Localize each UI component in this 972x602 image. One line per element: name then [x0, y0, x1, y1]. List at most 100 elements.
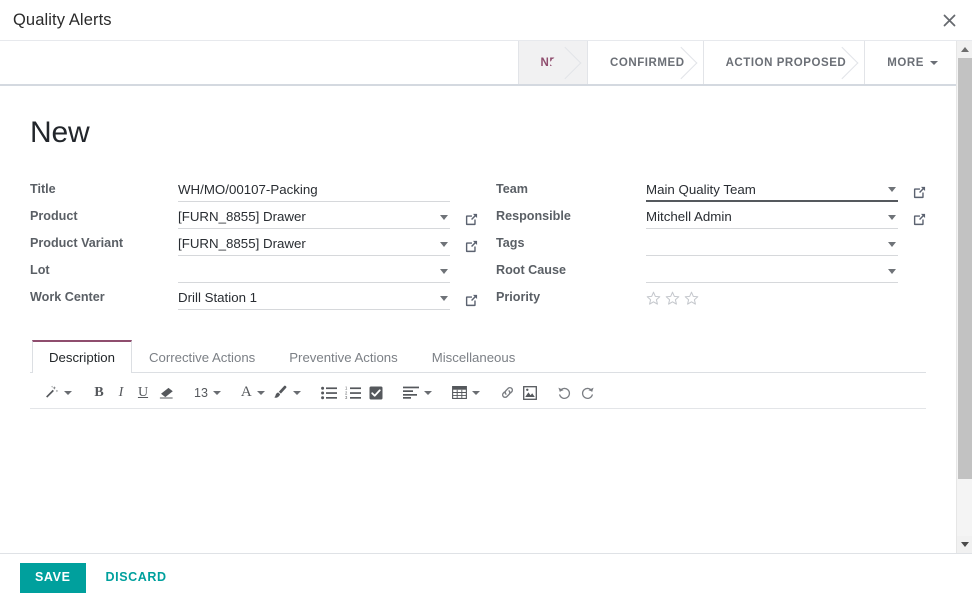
scrollbar-thumb[interactable] — [957, 58, 972, 479]
chevron-down-icon — [440, 215, 448, 220]
svg-text:3: 3 — [345, 395, 348, 400]
font-color-icon[interactable]: A — [237, 380, 269, 406]
ordered-list-icon[interactable]: 1 2 3 — [341, 380, 365, 406]
form-sheet: New Title WH/MO/00107-Packing Product [F… — [0, 86, 956, 550]
responsible-value: Mitchell Admin — [646, 209, 732, 224]
product-external-link-icon[interactable] — [456, 209, 478, 229]
product-variant-external-link-icon[interactable] — [456, 236, 478, 256]
unordered-list-icon[interactable] — [317, 380, 341, 406]
toolbar-group-decoration: B I U — [82, 380, 184, 406]
star-icon[interactable] — [684, 291, 699, 306]
underline-icon[interactable]: U — [132, 380, 154, 406]
chevron-down-icon — [256, 390, 265, 395]
chevron-down-icon — [471, 390, 480, 395]
dialog-title: Quality Alerts — [13, 10, 112, 29]
statusbar: NEW CONFIRMED ACTION PROPOSED MORE — [517, 41, 957, 84]
save-button[interactable]: SAVE — [20, 563, 86, 593]
font-color-glyph: A — [240, 384, 252, 401]
toolbar-group-style — [34, 380, 82, 406]
scroll-down-arrow-icon[interactable] — [956, 536, 972, 553]
statusbar-stage-label: CONFIRMED — [609, 56, 685, 69]
star-icon[interactable] — [646, 291, 661, 306]
field-label: Lot — [30, 263, 50, 278]
tab-description[interactable]: Description — [32, 340, 132, 374]
toolbar-group-colors: A — [231, 380, 311, 406]
statusbar-stage-action-proposed[interactable]: ACTION PROPOSED — [702, 41, 865, 84]
team-external-link-icon[interactable] — [904, 182, 926, 202]
statusbar-more-dropdown[interactable]: MORE — [864, 41, 956, 84]
team-input[interactable]: Main Quality Team — [646, 180, 898, 202]
work-center-input[interactable]: Drill Station 1 — [178, 288, 450, 310]
responsible-input[interactable]: Mitchell Admin — [646, 207, 898, 229]
form-column-left: Title WH/MO/00107-Packing Product [FURN_… — [30, 175, 478, 310]
field-tags: Tags — [496, 229, 926, 256]
image-icon[interactable] — [519, 380, 541, 406]
external-link-placeholder — [904, 263, 926, 283]
tab-preventive-actions[interactable]: Preventive Actions — [272, 340, 415, 373]
undo-icon[interactable] — [553, 380, 576, 406]
form-column-right: Team Main Quality Team Responsible Mitch… — [478, 175, 926, 310]
field-label: Tags — [496, 236, 525, 251]
chevron-down-icon — [888, 187, 896, 192]
statusbar-stage-label: ACTION PROPOSED — [725, 56, 847, 69]
checklist-icon[interactable] — [365, 380, 387, 406]
field-responsible: Responsible Mitchell Admin — [496, 202, 926, 229]
chevron-down-icon — [212, 390, 221, 395]
field-label: Title — [30, 182, 56, 197]
field-label: Root Cause — [496, 263, 566, 278]
discard-button[interactable]: DISCARD — [96, 563, 177, 593]
background-color-brush-icon[interactable] — [269, 380, 305, 406]
bold-icon[interactable]: B — [88, 380, 110, 406]
tab-label: Miscellaneous — [431, 350, 516, 365]
scroll-up-arrow-icon[interactable] — [956, 41, 972, 58]
priority-stars[interactable] — [646, 288, 699, 310]
work-center-external-link-icon[interactable] — [456, 290, 478, 310]
chevron-down-icon — [440, 242, 448, 247]
toolbar-group-font-size: 13 — [184, 380, 231, 406]
tab-miscellaneous[interactable]: Miscellaneous — [415, 340, 533, 373]
statusbar-stage-confirmed[interactable]: CONFIRMED — [586, 41, 703, 84]
font-size-selector[interactable]: 13 — [190, 380, 225, 406]
notebook-tabs: Description Corrective Actions Preventiv… — [30, 340, 926, 374]
close-icon[interactable] — [938, 9, 960, 31]
external-link-placeholder — [456, 182, 478, 202]
chevron-down-icon — [888, 215, 896, 220]
style-wand-icon[interactable] — [40, 380, 76, 406]
statusbar-stage-new[interactable]: NEW — [517, 41, 587, 84]
italic-icon[interactable]: I — [110, 380, 132, 406]
chevron-down-icon — [888, 242, 896, 247]
field-lot: Lot — [30, 256, 478, 283]
responsible-external-link-icon[interactable] — [904, 209, 926, 229]
dialog-titlebar: Quality Alerts — [0, 0, 972, 41]
align-left-icon[interactable] — [399, 380, 436, 406]
lot-input[interactable] — [178, 261, 450, 283]
toolbar-group-table — [442, 380, 490, 406]
tags-input[interactable] — [646, 234, 898, 256]
root-cause-input[interactable] — [646, 261, 898, 283]
dialog-footer: SAVE DISCARD — [0, 554, 972, 602]
html-editor: B I U 13 A 1 2 3 — [30, 377, 926, 550]
statusbar-more-label: MORE — [887, 56, 924, 69]
description-editor-content[interactable] — [30, 409, 926, 550]
chevron-down-icon — [440, 296, 448, 301]
field-label: Work Center — [30, 290, 105, 305]
star-icon[interactable] — [665, 291, 680, 306]
chevron-down-icon — [440, 269, 448, 274]
field-product: Product [FURN_8855] Drawer — [30, 202, 478, 229]
tab-corrective-actions[interactable]: Corrective Actions — [132, 340, 272, 373]
field-label: Responsible — [496, 209, 571, 224]
chevron-down-icon — [423, 390, 432, 395]
remove-format-eraser-icon[interactable] — [154, 380, 178, 406]
redo-icon[interactable] — [576, 380, 599, 406]
product-variant-input[interactable]: [FURN_8855] Drawer — [178, 234, 450, 256]
vertical-scrollbar[interactable] — [956, 41, 972, 553]
chevron-down-icon — [930, 60, 938, 65]
field-team: Team Main Quality Team — [496, 175, 926, 202]
title-input[interactable]: WH/MO/00107-Packing — [178, 180, 450, 202]
font-size-value: 13 — [194, 385, 208, 400]
product-input[interactable]: [FURN_8855] Drawer — [178, 207, 450, 229]
table-icon[interactable] — [448, 380, 484, 406]
toolbar-group-history — [547, 380, 605, 406]
scrollbar-track[interactable] — [956, 58, 972, 536]
link-icon[interactable] — [496, 380, 519, 406]
